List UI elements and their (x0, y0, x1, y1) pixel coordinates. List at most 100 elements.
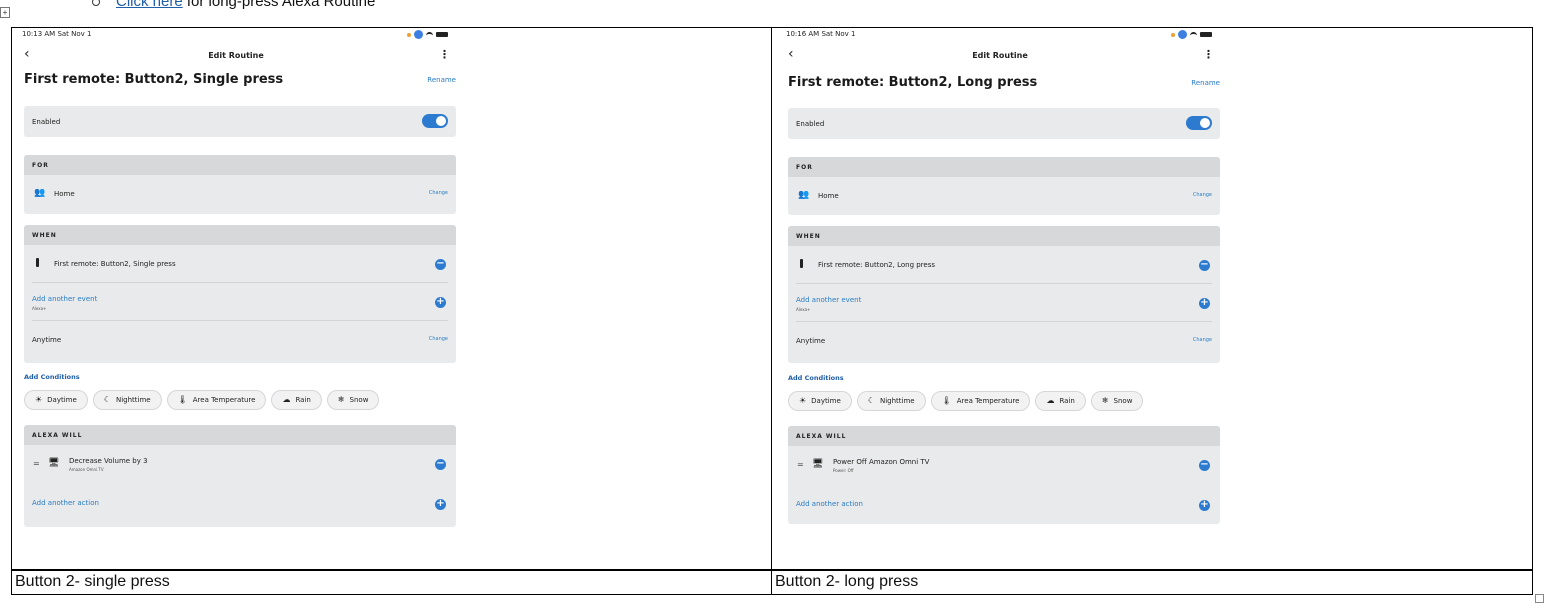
add-event-row[interactable]: Add another event Alexa+ + (788, 284, 1220, 322)
when-header: WHEN (24, 225, 456, 245)
rename-link[interactable]: Rename (1191, 79, 1220, 87)
status-time: 10:16 AM Sat Nov 1 (786, 30, 856, 38)
action-row[interactable]: = 🖥 Power Off Amazon Omni TV Power: Off … (788, 446, 1220, 484)
chip-daytime[interactable]: ☀ Daytime (788, 391, 852, 411)
action-sub: Power: Off (833, 468, 854, 473)
for-header: FOR (24, 155, 456, 175)
enabled-label: Enabled (32, 118, 61, 126)
remove-action-icon[interactable]: − (435, 459, 446, 470)
chip-daytime[interactable]: ☀ Daytime (24, 390, 88, 410)
thermometer-icon: 🌡 (177, 395, 188, 404)
sun-icon: ☀ (799, 396, 807, 405)
anytime-row: Anytime Change (788, 322, 1220, 360)
people-icon: 👥 (34, 188, 46, 198)
sun-icon: ☀ (35, 395, 43, 404)
when-event-label: First remote: Button2, Long press (818, 261, 936, 269)
caption-long-press: Button 2- long press (775, 573, 919, 590)
more-options-icon[interactable]: ⋮ (1203, 48, 1214, 61)
action-sub: Amazon Omni TV (69, 467, 104, 472)
battery-icon (1200, 32, 1212, 37)
for-change-link[interactable]: Change (1193, 192, 1212, 198)
bullet-line: Click here for long-press Alexa Routine (92, 0, 375, 10)
chip-rain[interactable]: ☁ Rain (1035, 391, 1086, 411)
for-header: FOR (788, 157, 1220, 177)
add-event-sub: Alexa+ (796, 307, 811, 312)
wifi-icon (426, 31, 433, 38)
enabled-toggle[interactable] (422, 114, 448, 128)
anytime-row: Anytime Change (24, 321, 456, 359)
enabled-label: Enabled (796, 120, 825, 128)
routine-title: First remote: Button2, Long press (788, 75, 1038, 90)
add-event-link[interactable]: Add another event (32, 295, 97, 303)
add-conditions-label: Add Conditions (788, 374, 844, 382)
action-label: Power Off Amazon Omni TV (833, 458, 930, 466)
tv-icon: 🖥 (48, 458, 60, 468)
drag-handle-icon[interactable]: = (797, 460, 804, 469)
add-action-link[interactable]: Add another action (796, 500, 863, 508)
alexa-icon (1178, 30, 1187, 39)
phone-screenshot-2: 10:16 AM Sat Nov 1 ‹ Edit Routine ⋮ Firs… (780, 28, 1220, 528)
click-here-link[interactable]: Click here (116, 0, 183, 10)
table-cell-image-1: 10:13 AM Sat Nov 1 ‹ Edit Routine ⋮ Firs… (12, 28, 772, 569)
add-action-link[interactable]: Add another action (32, 499, 99, 507)
condition-chips: ☀ Daytime ☾ Nighttime 🌡 Area Temperature ☁ R… (24, 390, 380, 410)
enabled-toggle[interactable] (1186, 116, 1212, 130)
battery-icon (436, 32, 448, 37)
table-resize-handle[interactable] (1535, 594, 1544, 603)
bullet-circle-icon (92, 0, 100, 7)
add-action-icon[interactable]: + (1199, 500, 1210, 511)
when-event-row[interactable]: First remote: Button2, Single press − (24, 245, 456, 283)
anytime-change-link[interactable]: Change (1193, 337, 1212, 343)
wifi-icon (1190, 31, 1197, 38)
add-event-row[interactable]: Add another event Alexa+ + (24, 283, 456, 321)
chip-rain[interactable]: ☁ Rain (271, 390, 322, 410)
snowflake-icon: ❄ (1101, 396, 1109, 405)
drag-handle-icon[interactable]: = (33, 459, 40, 468)
nav-title: Edit Routine (208, 51, 264, 60)
for-value: Home (54, 190, 75, 198)
add-action-icon[interactable]: + (435, 499, 446, 510)
table-move-handle[interactable]: + (0, 7, 10, 18)
for-change-link[interactable]: Change (429, 190, 448, 196)
status-time: 10:13 AM Sat Nov 1 (22, 30, 92, 38)
rename-link[interactable]: Rename (427, 76, 456, 84)
chip-nighttime[interactable]: ☾ Nighttime (92, 390, 162, 410)
alexa-icon (414, 30, 423, 39)
add-action-row[interactable]: Add another action + (24, 483, 456, 521)
people-icon: 👥 (798, 190, 810, 200)
chip-area-temperature[interactable]: 🌡 Area Temperature (166, 390, 267, 410)
enabled-card: Enabled (788, 108, 1220, 139)
moon-icon: ☾ (103, 395, 111, 404)
chip-nighttime[interactable]: ☾ Nighttime (856, 391, 926, 411)
table-cell-caption-2: Button 2- long press (772, 570, 1532, 594)
add-conditions-label: Add Conditions (24, 373, 80, 381)
add-event-link[interactable]: Add another event (796, 296, 861, 304)
action-row[interactable]: = 🖥 Decrease Volume by 3 Amazon Omni TV … (24, 445, 456, 483)
anytime-change-link[interactable]: Change (429, 336, 448, 342)
phone-screenshot-1: 10:13 AM Sat Nov 1 ‹ Edit Routine ⋮ Firs… (16, 28, 456, 528)
screenshot-table: 10:13 AM Sat Nov 1 ‹ Edit Routine ⋮ Firs… (11, 27, 1533, 595)
condition-chips: ☀ Daytime ☾ Nighttime 🌡 Area Temperature ☁ R… (788, 391, 1144, 411)
anytime-label: Anytime (32, 336, 62, 344)
remove-event-icon[interactable]: − (435, 259, 446, 270)
when-event-row[interactable]: First remote: Button2, Long press − (788, 246, 1220, 284)
table-cell-caption-1: Button 2- single press (12, 570, 772, 594)
add-event-icon[interactable]: + (435, 297, 446, 308)
when-card: WHEN First remote: Button2, Single press… (24, 225, 456, 363)
remove-event-icon[interactable]: − (1199, 260, 1210, 271)
anytime-label: Anytime (796, 337, 826, 345)
chip-area-temperature[interactable]: 🌡 Area Temperature (930, 391, 1031, 411)
nav-bar: ‹ Edit Routine ⋮ (780, 42, 1220, 66)
remote-icon (800, 259, 803, 271)
chip-snow[interactable]: ❄ Snow (1090, 391, 1144, 411)
snowflake-icon: ❄ (337, 395, 345, 404)
chip-snow[interactable]: ❄ Snow (326, 390, 380, 410)
more-options-icon[interactable]: ⋮ (439, 48, 450, 61)
tv-icon: 🖥 (812, 459, 824, 469)
when-event-label: First remote: Button2, Single press (54, 260, 176, 268)
when-card: WHEN First remote: Button2, Long press −… (788, 226, 1220, 363)
remove-action-icon[interactable]: − (1199, 460, 1210, 471)
nav-title: Edit Routine (972, 51, 1028, 60)
add-event-icon[interactable]: + (1199, 298, 1210, 309)
add-action-row[interactable]: Add another action + (788, 484, 1220, 522)
